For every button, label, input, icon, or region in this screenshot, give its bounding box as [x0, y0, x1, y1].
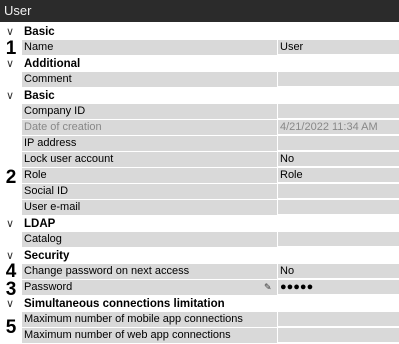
group-name: Security	[24, 250, 70, 262]
property-value[interactable]	[277, 184, 399, 199]
property-name: Change password on next access	[22, 264, 277, 280]
property-name: Role	[22, 168, 277, 184]
property-row[interactable]: Lock user account No	[0, 152, 399, 168]
property-value[interactable]: No	[277, 264, 399, 279]
callout-marker-3: 3	[5, 279, 17, 300]
property-value[interactable]	[277, 328, 399, 343]
property-value[interactable]	[277, 72, 399, 87]
group-name: LDAP	[24, 218, 56, 230]
group-header[interactable]: ∨ LDAP	[0, 216, 399, 232]
property-value[interactable]	[277, 136, 399, 151]
panel-title: User	[0, 0, 399, 22]
property-row[interactable]: Role Role	[0, 168, 399, 184]
callout-marker-2: 2	[5, 167, 17, 188]
property-name: Catalog	[22, 232, 277, 248]
property-name: Lock user account	[22, 152, 277, 168]
property-value[interactable]	[277, 312, 399, 327]
property-row[interactable]: Password ✎ ●●●●●	[0, 280, 399, 296]
property-row[interactable]: Date of creation 4/21/2022 11:34 AM	[0, 120, 399, 136]
property-value[interactable]	[277, 232, 399, 247]
group-header[interactable]: ∨ Additional	[0, 56, 399, 72]
property-value[interactable]	[277, 200, 399, 215]
property-row[interactable]: Catalog	[0, 232, 399, 248]
property-value[interactable]	[277, 104, 399, 119]
property-row[interactable]: Change password on next access No	[0, 264, 399, 280]
callout-marker-5: 5	[5, 317, 17, 338]
property-grid: ∨ Basic Name User ∨ Additional Comment ∨ Basic Co…	[0, 24, 399, 344]
property-name: Maximum number of mobile app connections	[22, 312, 277, 328]
property-row[interactable]: Maximum number of mobile app connections	[0, 312, 399, 328]
property-name: Comment	[22, 72, 277, 88]
group-header[interactable]: ∨ Basic	[0, 88, 399, 104]
group-header[interactable]: ∨ Security	[0, 248, 399, 264]
property-name: Date of creation	[22, 120, 277, 136]
callout-marker-4: 4	[5, 261, 17, 282]
property-row[interactable]: Social ID	[0, 184, 399, 200]
property-value: 4/21/2022 11:34 AM	[277, 120, 399, 135]
group-name: Basic	[24, 90, 55, 102]
property-row[interactable]: User e-mail	[0, 200, 399, 216]
callout-marker-1: 1	[5, 38, 17, 59]
group-name: Simultaneous connections limitation	[24, 298, 225, 310]
property-value[interactable]: User	[277, 40, 399, 55]
property-row[interactable]: Company ID	[0, 104, 399, 120]
property-name: Social ID	[22, 184, 277, 200]
property-value[interactable]: Role	[277, 168, 399, 183]
chevron-down-icon[interactable]: ∨	[4, 88, 16, 104]
property-name: Company ID	[22, 104, 277, 120]
property-value[interactable]: No	[277, 152, 399, 167]
property-name: IP address	[22, 136, 277, 152]
property-row[interactable]: IP address	[0, 136, 399, 152]
property-name: Name	[22, 40, 277, 56]
property-row[interactable]: Comment	[0, 72, 399, 88]
property-value[interactable]: ●●●●●	[277, 280, 399, 295]
group-header[interactable]: ∨ Basic	[0, 24, 399, 40]
property-row[interactable]: Maximum number of web app connections	[0, 328, 399, 344]
group-name: Basic	[24, 26, 55, 38]
property-name: Maximum number of web app connections	[22, 328, 277, 344]
pencil-icon[interactable]: ✎	[264, 280, 274, 295]
property-row[interactable]: Name User	[0, 40, 399, 56]
property-name: Password	[22, 280, 277, 296]
group-header[interactable]: ∨ Simultaneous connections limitation	[0, 296, 399, 312]
property-name: User e-mail	[22, 200, 277, 216]
group-name: Additional	[24, 58, 81, 70]
chevron-down-icon[interactable]: ∨	[4, 216, 16, 232]
